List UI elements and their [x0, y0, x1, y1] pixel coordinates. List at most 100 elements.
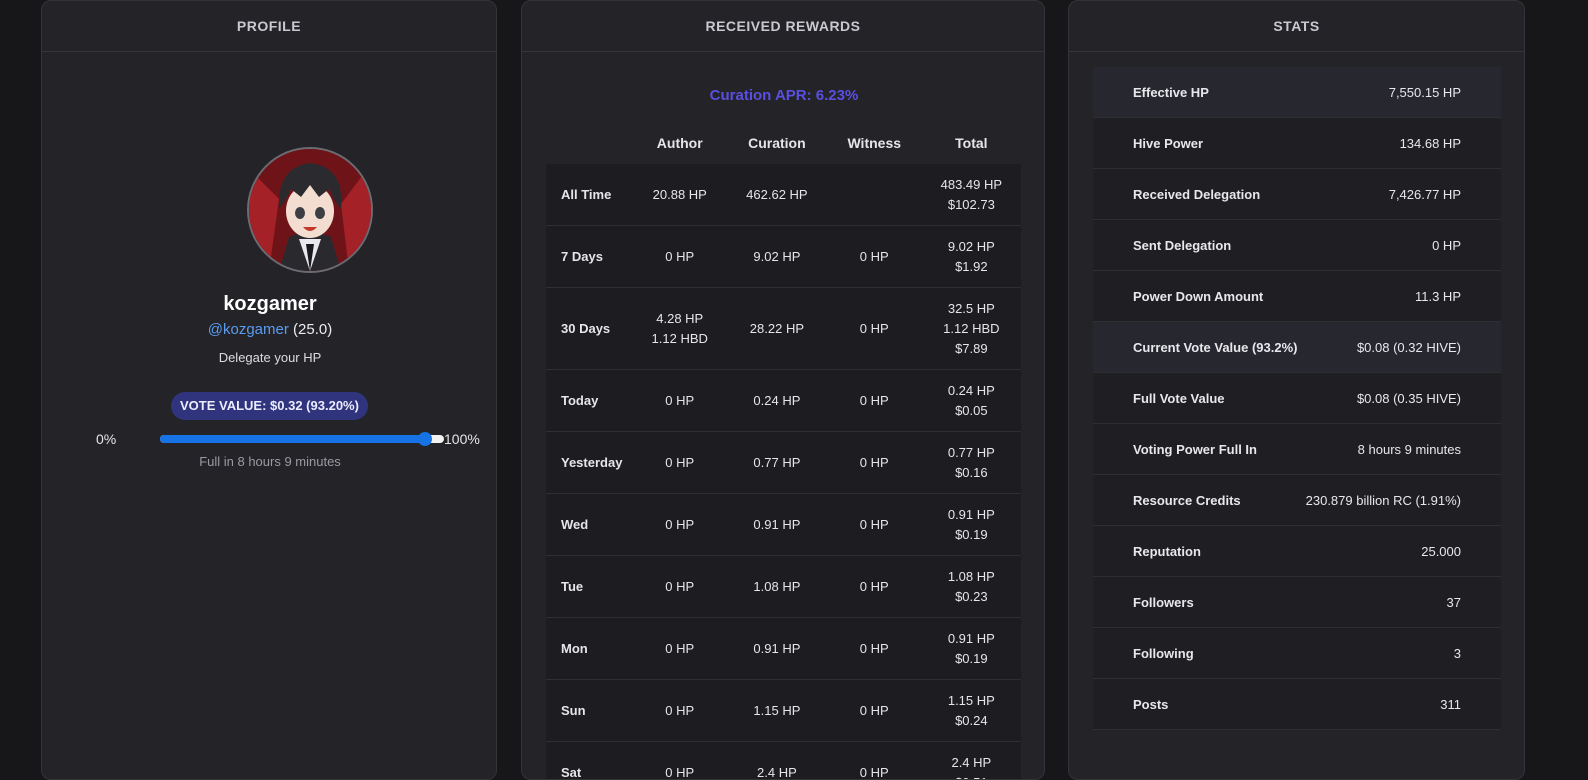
rewards-cell-value: 0 HP: [634, 701, 726, 721]
stat-value: 230.879 billion RC (1.91%): [1306, 493, 1461, 508]
rewards-header: RECEIVED REWARDS: [522, 1, 1044, 52]
rewards-cell-value: $0.05: [923, 401, 1020, 421]
rewards-cell-author: 0 HP: [633, 618, 727, 680]
stat-row: Resource Credits 230.879 billion RC (1.91…: [1093, 475, 1501, 526]
rewards-table: Author Curation Witness Total All Time20…: [546, 121, 1021, 780]
rewards-cell-value: 4.28 HP: [634, 309, 726, 329]
col-header-label: [546, 121, 633, 164]
rewards-row-label: Wed: [546, 494, 633, 556]
rewards-row: All Time20.88 HP462.62 HP 483.49 HP$102.7…: [546, 164, 1021, 226]
stat-label: Voting Power Full In: [1133, 442, 1257, 457]
stat-value: 37: [1447, 595, 1461, 610]
rewards-row-label: Mon: [546, 618, 633, 680]
avatar[interactable]: [247, 147, 373, 273]
stat-value: 134.68 HP: [1400, 136, 1461, 151]
rewards-row-label: Sat: [546, 742, 633, 780]
stat-row: Following 3: [1093, 628, 1501, 679]
rewards-cell-witness: 0 HP: [827, 432, 922, 494]
voting-power-full-in: Full in 8 hours 9 minutes: [42, 454, 497, 469]
slider-fill: [160, 435, 425, 443]
rewards-cell-value: 0 HP: [828, 577, 921, 597]
rewards-row: Sun0 HP1.15 HP0 HP1.15 HP$0.24: [546, 680, 1021, 742]
stat-label: Hive Power: [1133, 136, 1203, 151]
rewards-cell-author: 0 HP: [633, 226, 727, 288]
rewards-cell-value: 0 HP: [828, 701, 921, 721]
stat-row: Effective HP7,550.15 HP: [1093, 67, 1501, 118]
rewards-cell-author: 4.28 HP1.12 HBD: [633, 288, 727, 370]
rewards-cell-value: 0 HP: [634, 763, 726, 780]
slider-thumb[interactable]: [418, 432, 432, 446]
rewards-cell-value: 1.08 HP: [728, 577, 826, 597]
stat-row: Hive Power 134.68 HP: [1093, 118, 1501, 169]
rewards-cell-witness: 0 HP: [827, 370, 922, 432]
col-header-total: Total: [922, 121, 1021, 164]
rewards-row-label: 30 Days: [546, 288, 633, 370]
slider-track[interactable]: [160, 435, 444, 443]
rewards-cell-curation: 462.62 HP: [727, 164, 827, 226]
rewards-cell-value: 2.4 HP: [728, 763, 826, 780]
rewards-cell-total: 0.24 HP$0.05: [922, 370, 1021, 432]
rewards-cell-author: 0 HP: [633, 742, 727, 780]
rewards-row-label: Tue: [546, 556, 633, 618]
stat-label: Resource Credits: [1133, 493, 1241, 508]
rewards-cell-author: 0 HP: [633, 432, 727, 494]
rewards-cell-value: 1.12 HBD: [634, 329, 726, 349]
rewards-cell-value: 28.22 HP: [728, 319, 826, 339]
rewards-cell-total: 32.5 HP1.12 HBD$7.89: [922, 288, 1021, 370]
rewards-cell-witness: 0 HP: [827, 680, 922, 742]
rewards-cell-value: 1.12 HBD: [923, 319, 1020, 339]
stats-panel: STATS Effective HP7,550.15 HPHive Power1…: [1068, 0, 1525, 780]
stat-value: 8 hours 9 minutes: [1358, 442, 1461, 457]
stat-row: Followers37: [1093, 577, 1501, 628]
rewards-cell-value: 0 HP: [828, 515, 921, 535]
rewards-row: 30 Days4.28 HP1.12 HBD28.22 HP0 HP32.5 H…: [546, 288, 1021, 370]
col-header-curation: Curation: [727, 121, 827, 164]
rewards-cell-author: 20.88 HP: [633, 164, 727, 226]
rewards-cell-total: 1.15 HP$0.24: [922, 680, 1021, 742]
avatar-image: [249, 149, 371, 271]
rewards-cell-witness: [827, 164, 922, 226]
rewards-panel: RECEIVED REWARDS Curation APR: 6.23% Aut…: [521, 0, 1045, 780]
rewards-row-label: All Time: [546, 164, 633, 226]
rewards-cell-witness: 0 HP: [827, 618, 922, 680]
stat-value: 3: [1454, 646, 1461, 661]
stats-list: Effective HP7,550.15 HP Hive Power 134.68 …: [1093, 67, 1501, 730]
rewards-cell-witness: 0 HP: [827, 226, 922, 288]
profile-username: kozgamer: [42, 293, 497, 316]
rewards-cell-value: $102.73: [923, 195, 1020, 215]
profile-handle-link[interactable]: @kozgamer: [208, 321, 289, 338]
rewards-cell-total: 9.02 HP$1.92: [922, 226, 1021, 288]
rewards-cell-value: 483.49 HP: [923, 175, 1020, 195]
rewards-cell-value: 9.02 HP: [923, 237, 1020, 257]
rewards-cell-value: 20.88 HP: [634, 185, 726, 205]
stat-label: Power Down Amount: [1133, 289, 1263, 304]
rewards-cell-value: $0.51: [923, 773, 1020, 780]
rewards-cell-curation: 0.77 HP: [727, 432, 827, 494]
stat-label: Received Delegation: [1133, 187, 1260, 202]
rewards-cell-total: 0.77 HP$0.16: [922, 432, 1021, 494]
stat-label: Current Vote Value (93.2%): [1133, 340, 1297, 355]
rewards-cell-value: $0.19: [923, 649, 1020, 669]
stat-label: Effective HP: [1133, 85, 1209, 100]
rewards-cell-value: 0 HP: [828, 763, 921, 780]
rewards-cell-value: 462.62 HP: [728, 185, 826, 205]
delegate-link[interactable]: Delegate your HP: [42, 350, 497, 365]
rewards-cell-value: 0.77 HP: [728, 453, 826, 473]
rewards-cell-curation: 0.91 HP: [727, 618, 827, 680]
stat-label: Following: [1133, 646, 1194, 661]
profile-reputation: (25.0): [293, 321, 332, 338]
rewards-row-label: Today: [546, 370, 633, 432]
stat-value: $0.08 (0.35 HIVE): [1357, 391, 1461, 406]
stat-row: Posts311: [1093, 679, 1501, 730]
rewards-cell-value: 0 HP: [634, 391, 726, 411]
rewards-cell-total: 2.4 HP$0.51: [922, 742, 1021, 780]
rewards-cell-value: 0 HP: [828, 453, 921, 473]
profile-header: PROFILE: [42, 1, 496, 52]
rewards-cell-curation: 1.08 HP: [727, 556, 827, 618]
vote-value-badge: VOTE VALUE: $0.32 (93.20%): [171, 392, 368, 420]
stat-value: 311: [1440, 697, 1461, 712]
rewards-row: Yesterday0 HP0.77 HP0 HP0.77 HP$0.16: [546, 432, 1021, 494]
stat-row: Power Down Amount11.3 HP: [1093, 271, 1501, 322]
stat-row: Current Vote Value (93.2%)$0.08 (0.32 HI…: [1093, 322, 1501, 373]
rewards-cell-curation: 0.24 HP: [727, 370, 827, 432]
